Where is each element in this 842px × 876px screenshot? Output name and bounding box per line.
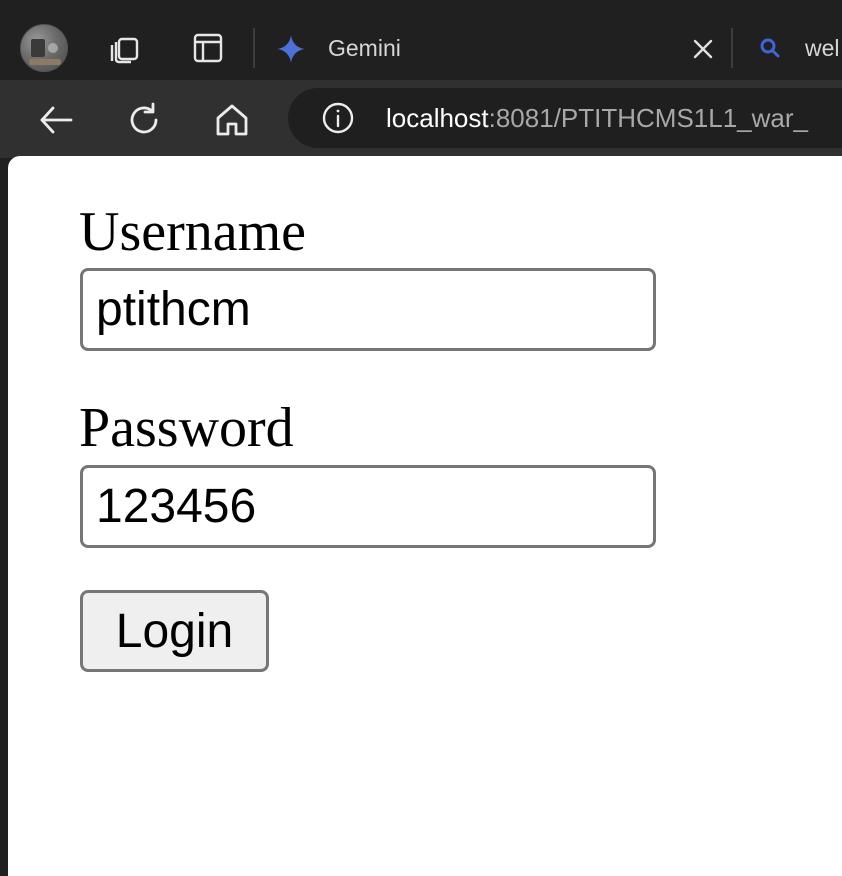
browser-toolbar: localhost:8081/PTITHCMS1L1_war_ [0, 80, 842, 158]
username-input[interactable] [80, 268, 656, 351]
url-path: :8081/PTITHCMS1L1_war_ [488, 103, 808, 133]
back-arrow-icon[interactable] [36, 100, 76, 140]
tab-divider [253, 28, 255, 68]
password-input[interactable] [80, 465, 656, 548]
url-host: localhost [386, 103, 489, 133]
url-text[interactable]: localhost:8081/PTITHCMS1L1_war_ [386, 102, 808, 134]
login-button[interactable]: Login [80, 590, 269, 672]
password-label: Password [79, 397, 294, 459]
gemini-star-icon [276, 34, 306, 64]
tab-divider [731, 28, 733, 68]
tab-next-title[interactable]: wel [805, 34, 840, 62]
home-icon[interactable] [212, 100, 252, 140]
vertical-tabs-icon[interactable] [190, 30, 226, 66]
site-info-icon[interactable] [322, 102, 354, 134]
refresh-icon[interactable] [124, 100, 164, 140]
page-content: Username Password Login [8, 156, 842, 876]
username-label: Username [79, 201, 307, 263]
profile-avatar[interactable] [20, 24, 68, 72]
close-tab-icon[interactable] [688, 34, 718, 64]
search-icon [758, 36, 782, 60]
tab-gemini-title[interactable]: Gemini [328, 34, 401, 62]
address-bar[interactable]: localhost:8081/PTITHCMS1L1_war_ [288, 88, 842, 148]
tab-bar: Gemini wel [0, 0, 842, 80]
collections-icon[interactable] [106, 30, 142, 66]
